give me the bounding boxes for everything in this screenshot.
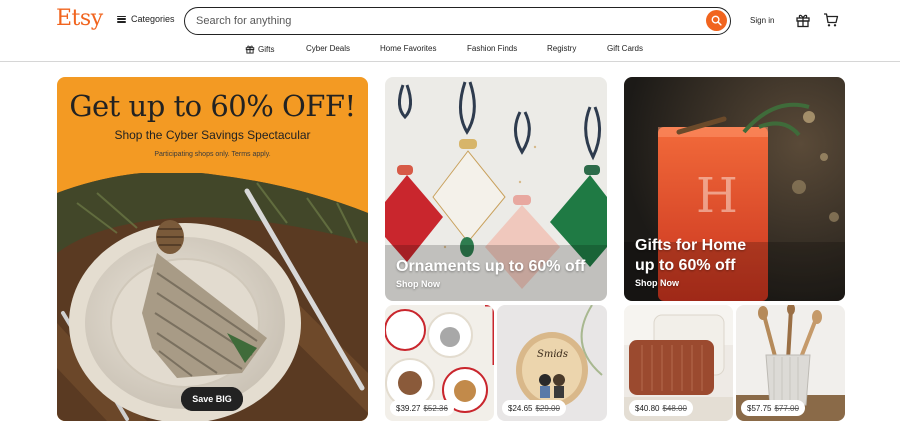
shop-now-link[interactable]: Shop Now [396, 279, 585, 289]
nav-item-gift-cards[interactable]: Gift Cards [607, 44, 643, 53]
price-tag: $40.80 $48.00 [629, 400, 693, 416]
gift-mode-button[interactable] [795, 12, 811, 28]
menu-icon [117, 15, 126, 23]
save-big-button[interactable]: Save BIG [181, 387, 243, 411]
home-gifts-caption: Gifts for Home up to 60% off Shop Now [635, 236, 746, 288]
price-tag: $57.75 $77.00 [741, 400, 805, 416]
price-tag: $39.27 $52.36 [390, 400, 454, 416]
product-tile[interactable]: $40.80 $48.00 [624, 305, 733, 421]
cart-button[interactable] [823, 12, 839, 28]
svg-text:Smids: Smids [537, 349, 568, 360]
cart-icon [824, 13, 839, 27]
feature-title: Gifts for Home [635, 237, 747, 254]
nav-item-label: Gifts [258, 44, 275, 54]
promo-headline: Get up to 60% OFF! [69, 89, 356, 123]
nav-item-gifts[interactable]: Gifts [245, 44, 274, 54]
product-tile[interactable]: $57.75 $77.00 [736, 305, 845, 421]
search-bar [184, 7, 731, 35]
nav-item-home-favorites[interactable]: Home Favorites [380, 44, 436, 53]
feature-title-line2: up to 60% off [635, 257, 736, 274]
original-price: $52.36 [423, 403, 448, 413]
sale-price: $24.65 [508, 403, 533, 413]
promo-subheading: Shop the Cyber Savings Spectacular [114, 128, 311, 142]
price-tag: $24.65 $29.00 [502, 400, 566, 416]
nav-item-registry[interactable]: Registry [547, 44, 576, 53]
shop-now-link[interactable]: Shop Now [635, 278, 746, 288]
search-button[interactable] [706, 10, 727, 31]
categories-label: Categories [131, 14, 175, 24]
search-icon [711, 15, 722, 26]
home-gifts-feature-card[interactable]: H Gifts for Home up to 60% off Shop Now [624, 77, 845, 301]
category-nav: Gifts Cyber Deals Home Favorites Fashion… [0, 40, 900, 62]
site-header: Etsy Categories Sign in [0, 0, 900, 40]
promo-terms: Participating shops only. Terms apply. [154, 151, 271, 158]
etsy-logo[interactable]: Etsy [56, 6, 103, 31]
original-price: $29.00 [535, 403, 560, 413]
sale-price: $57.75 [747, 403, 772, 413]
sign-in-link[interactable]: Sign in [750, 16, 774, 25]
sale-price: $40.80 [635, 403, 660, 413]
categories-button[interactable]: Categories [117, 14, 175, 24]
ornaments-feature-card[interactable]: Ornaments up to 60% off Shop Now [385, 77, 607, 301]
nav-item-cyber-deals[interactable]: Cyber Deals [306, 44, 350, 53]
product-tile[interactable]: Smids $24.65 $29.00 [497, 305, 607, 421]
svg-text:H: H [696, 168, 738, 224]
product-tile[interactable]: $39.27 $52.36 [385, 305, 494, 421]
feature-title: Ornaments up to 60% off [396, 258, 586, 275]
original-price: $48.00 [662, 403, 687, 413]
table-setting-image [57, 173, 368, 421]
ornaments-caption: Ornaments up to 60% off Shop Now [396, 257, 585, 289]
search-input[interactable] [185, 9, 685, 33]
nav-item-fashion-finds[interactable]: Fashion Finds [467, 44, 517, 53]
gift-icon [796, 14, 810, 28]
cyber-sale-promo-card[interactable]: Get up to 60% OFF! Shop the Cyber Saving… [57, 77, 368, 421]
gift-icon [245, 45, 255, 54]
original-price: $77.00 [774, 403, 799, 413]
sale-price: $39.27 [396, 403, 421, 413]
